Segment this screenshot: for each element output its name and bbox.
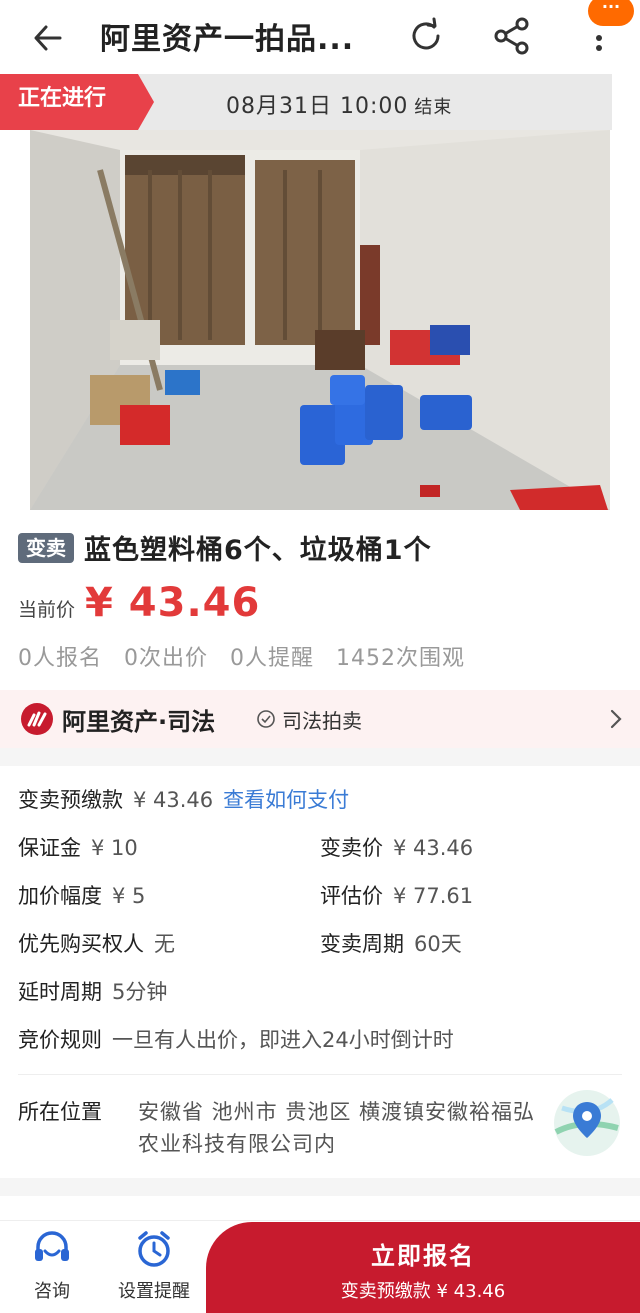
deposit-value: ¥ 10 <box>91 836 138 860</box>
reminder-count: 0人提醒 <box>230 646 314 671</box>
section-divider-2 <box>0 1178 640 1196</box>
period-label: 变卖周期 <box>320 932 404 956</box>
bid-count: 0次出价 <box>124 646 208 671</box>
share-icon[interactable] <box>490 14 534 58</box>
increment-value: ¥ 5 <box>112 884 146 908</box>
item-title-row: 变卖 蓝色塑料桶6个、垃圾桶1个 <box>18 528 432 567</box>
view-count: 1452次围观 <box>336 646 465 671</box>
set-reminder-button[interactable]: 设置提醒 <box>106 1227 202 1303</box>
rule-row: 竞价规则 一旦有人出价，即进入24小时倒计时 <box>18 1024 628 1054</box>
deposit-label: 保证金 <box>18 836 81 860</box>
signup-label: 立即报名 <box>371 1242 475 1270</box>
auction-status-bar: 正在进行 08月31日 10:00 结束 <box>0 74 612 130</box>
end-time-value: 08月31日 10:00 <box>226 94 409 119</box>
signup-count: 0人报名 <box>18 646 102 671</box>
info-divider <box>18 1074 622 1075</box>
price-row: 当前价 ¥ 43.46 <box>18 580 260 626</box>
alarm-clock-icon <box>138 1231 170 1267</box>
appraisal-value: ¥ 77.61 <box>393 884 474 908</box>
ali-assets-logo-icon <box>21 703 53 735</box>
verified-check-icon <box>257 710 275 728</box>
current-price-value: ¥ 43.46 <box>85 580 261 626</box>
signup-now-button[interactable]: 立即报名 变卖预缴款 ¥ 43.46 <box>206 1222 640 1313</box>
sell-price-label: 变卖价 <box>320 836 383 860</box>
auction-stats: 0人报名 0次出价 0人提醒 1452次围观 <box>18 640 465 672</box>
prepay-row: 变卖预缴款 ¥ 43.46 查看如何支付 <box>18 784 628 814</box>
period-row: 变卖周期 60天 <box>320 928 620 958</box>
delay-label: 延时周期 <box>18 980 102 1004</box>
sale-type-tag: 变卖 <box>18 532 74 563</box>
map-pin-icon[interactable] <box>552 1088 622 1158</box>
judicial-auction-label: 司法拍卖 <box>282 709 362 733</box>
location-label: 所在位置 <box>18 1100 102 1124</box>
item-name: 蓝色塑料桶6个、垃圾桶1个 <box>84 535 432 566</box>
deposit-row: 保证金 ¥ 10 <box>18 832 308 862</box>
remind-label: 设置提醒 <box>118 1281 190 1302</box>
brand-bar[interactable]: 阿里资产·司法 司法拍卖 <box>0 690 640 748</box>
rule-label: 竞价规则 <box>18 1028 102 1052</box>
chevron-right-icon[interactable] <box>606 706 626 732</box>
current-price-label: 当前价 <box>18 599 76 621</box>
how-to-pay-link[interactable]: 查看如何支付 <box>223 788 349 812</box>
delay-value: 5分钟 <box>112 980 168 1004</box>
item-photo[interactable] <box>30 130 610 510</box>
end-time-label: 结束 <box>414 97 453 118</box>
increment-row: 加价幅度 ¥ 5 <box>18 880 308 910</box>
period-value: 60天 <box>414 932 462 956</box>
rule-value: 一旦有人出价，即进入24小时倒计时 <box>112 1028 454 1052</box>
notification-badge[interactable]: ··· <box>588 0 634 26</box>
consult-button[interactable]: 咨询 <box>4 1227 100 1303</box>
location-value: 安徽省 池州市 贵池区 横渡镇安徽裕福弘农业科技有限公司内 <box>138 1100 536 1156</box>
page-title: 阿里资产一拍品... <box>100 22 355 57</box>
status-tag: 正在进行 <box>0 74 154 130</box>
item-photo-image <box>30 130 610 510</box>
priority-label: 优先购买权人 <box>18 932 144 956</box>
section-divider <box>0 748 640 766</box>
signup-prepay-label: 变卖预缴款 ¥ 43.46 <box>340 1281 506 1302</box>
sell-price-value: ¥ 43.46 <box>393 836 474 860</box>
top-nav-bar: 阿里资产一拍品... ··· <box>0 0 640 74</box>
brand-name: 阿里资产·司法 <box>62 708 216 736</box>
appraisal-label: 评估价 <box>320 884 383 908</box>
prepay-label: 变卖预缴款 <box>18 788 123 812</box>
priority-value: 无 <box>154 932 175 956</box>
refresh-icon[interactable] <box>404 14 448 58</box>
consult-label: 咨询 <box>34 1281 70 1302</box>
end-time: 08月31日 10:00 结束 <box>226 88 452 120</box>
appraisal-row: 评估价 ¥ 77.61 <box>320 880 620 910</box>
priority-row: 优先购买权人无 <box>18 928 308 958</box>
back-arrow-icon[interactable] <box>28 18 68 58</box>
delay-row: 延时周期 5分钟 <box>18 976 628 1006</box>
headset-chat-icon <box>35 1231 69 1261</box>
prepay-value: ¥ 43.46 <box>133 788 214 812</box>
sell-price-row: 变卖价 ¥ 43.46 <box>320 832 620 862</box>
increment-label: 加价幅度 <box>18 884 102 908</box>
